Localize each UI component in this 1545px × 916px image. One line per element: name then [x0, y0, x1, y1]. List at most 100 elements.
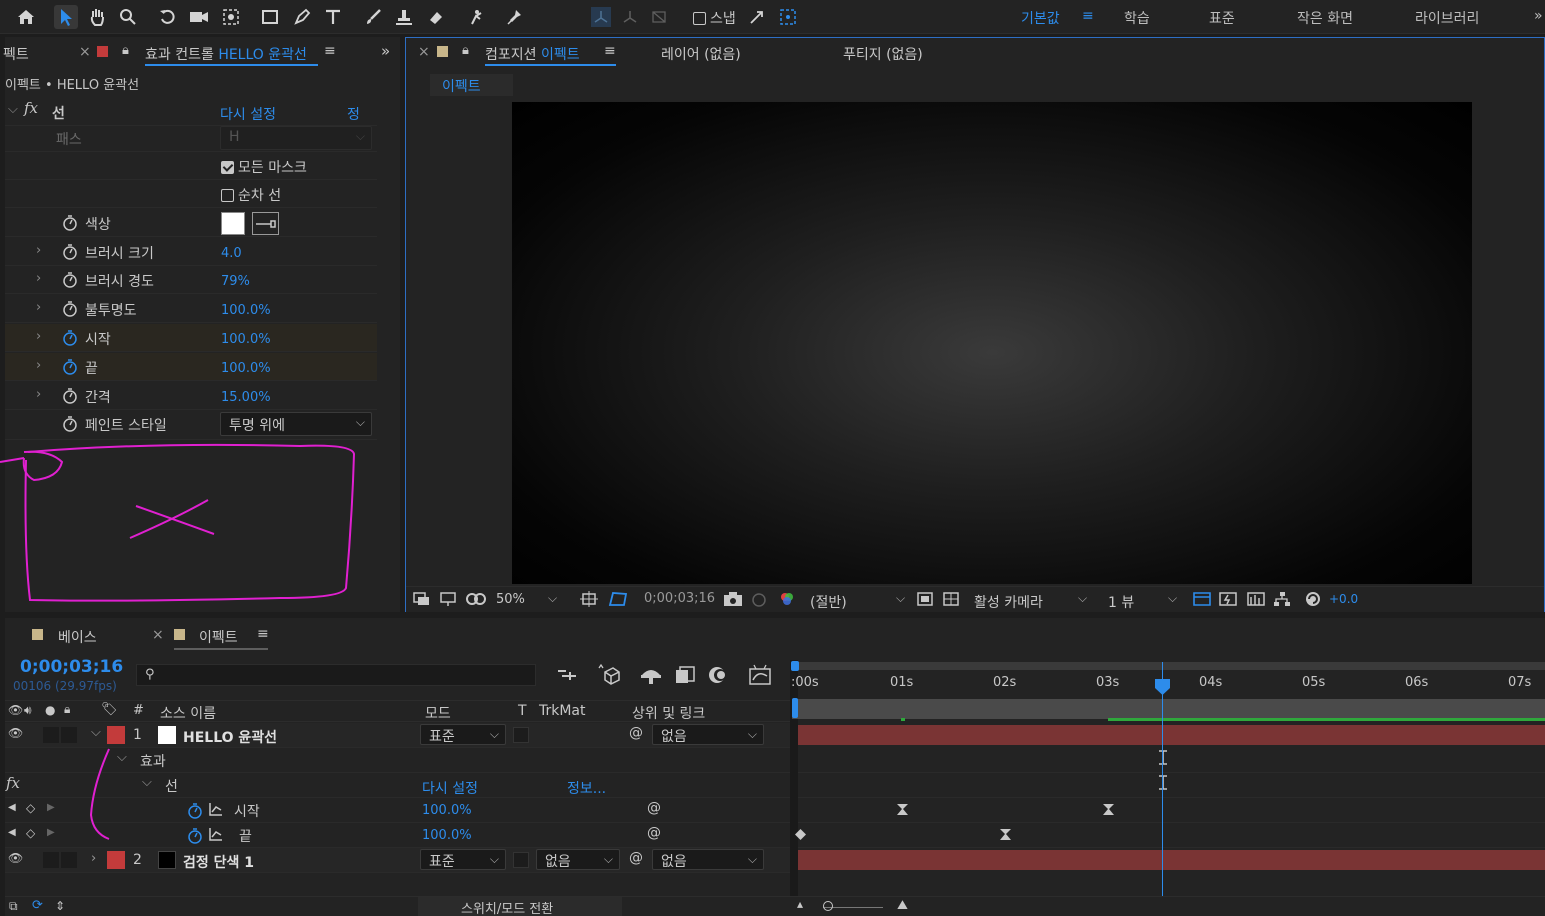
transparency-grid-icon[interactable] [942, 591, 960, 607]
track-t-column[interactable]: T [518, 703, 527, 719]
views-dropdown[interactable]: 1 뷰 ⌵ [1104, 589, 1184, 611]
prev-keyframe-icon[interactable]: ◀ [8, 827, 16, 838]
expand-chevron-icon[interactable]: › [36, 358, 41, 373]
fx-icon[interactable]: fx [6, 774, 20, 792]
zoom-dropdown[interactable]: 50% ⌵ [492, 589, 564, 611]
end-value[interactable]: 100.0% [221, 361, 271, 376]
home-icon[interactable] [14, 5, 38, 29]
fast-previews-icon[interactable] [1218, 591, 1238, 607]
pickwhip-icon[interactable]: @ [629, 725, 643, 741]
next-keyframe-icon[interactable]: ▶ [47, 827, 55, 838]
preserve-transparency-toggle[interactable] [513, 852, 529, 868]
panel-overflow-icon[interactable]: » [381, 42, 390, 60]
layer-2-mode-dropdown[interactable]: 표준 ⌵ [420, 849, 506, 870]
shy-layers-icon[interactable] [640, 665, 662, 685]
in-out-panel-icon[interactable]: ⇕ [55, 899, 65, 913]
sequential-toggle[interactable]: 순차 선 [221, 185, 281, 205]
solo-toggle[interactable] [43, 852, 59, 868]
camera-dropdown[interactable]: 활성 카메라 ⌵ [970, 589, 1096, 611]
layer-switches-icon[interactable]: ⧉ [9, 899, 18, 914]
zoom-in-icon[interactable]: ⛰︎ [897, 898, 908, 913]
local-axis-icon[interactable] [589, 5, 613, 29]
expand-chevron-icon[interactable]: › [36, 243, 41, 258]
start-value[interactable]: 100.0% [422, 803, 472, 818]
add-keyframe-icon[interactable]: ◇ [26, 826, 35, 840]
expand-chevron-icon[interactable]: › [36, 271, 41, 286]
rectangle-tool-icon[interactable] [258, 5, 282, 29]
keyframe-start-1[interactable] [897, 804, 908, 815]
paint-style-dropdown[interactable]: 투명 위에 ⌵ [220, 412, 372, 436]
footage-viewer-tab[interactable]: 푸티지 (없음) [843, 44, 923, 64]
motion-blur-icon[interactable] [706, 665, 728, 685]
keyframe-end-2[interactable] [1000, 829, 1011, 840]
path-dropdown[interactable]: H ⌵ [220, 126, 372, 150]
stopwatch-icon[interactable] [62, 214, 78, 232]
work-area-start-handle[interactable] [791, 661, 799, 671]
snap-grid-icon[interactable] [776, 5, 800, 29]
view-axis-icon[interactable] [647, 5, 671, 29]
stopwatch-icon[interactable] [62, 387, 78, 405]
graph-toggle-icon[interactable] [208, 801, 224, 817]
roto-brush-tool-icon[interactable] [464, 5, 488, 29]
end-value[interactable]: 100.0% [422, 828, 472, 843]
timeline-zoom-thumb[interactable] [823, 901, 833, 911]
hand-tool-icon[interactable] [85, 5, 109, 29]
panel-menu-icon[interactable]: ≡ [604, 43, 616, 59]
label-column-icon[interactable]: 🏷︎ [101, 702, 118, 717]
collapse-chevron-icon[interactable]: ⌵ [142, 775, 152, 790]
start-value[interactable]: 100.0% [221, 332, 271, 347]
composition-tab[interactable]: 컴포지션 이펙트 [485, 44, 580, 64]
lock-icon[interactable]: 🔒︎ [462, 43, 469, 58]
channel-rgb-icon[interactable] [778, 591, 796, 607]
add-keyframe-icon[interactable]: ◇ [26, 801, 35, 815]
layer-2-name[interactable]: 검정 단색 1 [183, 852, 254, 872]
viewer-timecode[interactable]: 0;00;03;16 [644, 591, 715, 606]
draft-3d-icon[interactable] [597, 664, 621, 686]
stopwatch-icon[interactable] [62, 415, 78, 433]
playhead-line[interactable] [1162, 662, 1163, 896]
stopwatch-active-icon[interactable] [187, 802, 203, 820]
layer-1-parent-dropdown[interactable]: 없음 ⌵ [652, 724, 764, 745]
opacity-value[interactable]: 100.0% [221, 303, 271, 318]
layer-2-trkmat-dropdown[interactable]: 없음 ⌵ [536, 849, 620, 870]
snapshot-camera-icon[interactable] [723, 591, 743, 607]
pen-tool-icon[interactable] [290, 5, 314, 29]
workspace-default[interactable]: 기본값 [1021, 8, 1060, 28]
audio-column-icon[interactable]: 🔊︎ [24, 703, 32, 718]
puppet-pin-tool-icon[interactable] [503, 5, 527, 29]
flowchart-icon[interactable] [1272, 591, 1292, 607]
workspace-standard[interactable]: 표준 [1209, 8, 1235, 28]
eyedropper-icon[interactable] [252, 212, 279, 235]
keyframe-end-1[interactable] [795, 829, 806, 840]
always-preview-icon[interactable] [413, 591, 431, 607]
trkmat-column[interactable]: TrkMat [539, 703, 586, 719]
collapse-chevron-icon[interactable]: ⌵ [91, 725, 101, 740]
panel-menu-icon[interactable]: ≡ [324, 43, 336, 59]
reset-link[interactable]: 다시 설정 [220, 104, 276, 124]
graph-toggle-icon[interactable] [208, 826, 224, 842]
stopwatch-active-icon[interactable] [187, 827, 203, 845]
pickwhip-icon[interactable]: @ [629, 850, 643, 866]
panel-menu-icon[interactable]: ≡ [257, 626, 269, 642]
close-icon[interactable]: × [79, 44, 91, 60]
composition-canvas[interactable] [512, 102, 1472, 584]
all-masks-toggle[interactable]: 모든 마스크 [221, 157, 307, 177]
timeline-icon[interactable] [1246, 591, 1266, 607]
mask-path-icon[interactable] [608, 591, 628, 607]
visibility-eye-icon[interactable]: 👁︎ [8, 726, 23, 740]
workspace-menu-icon[interactable]: ≡ [1082, 8, 1094, 24]
collapse-chevron-icon[interactable]: ⌵ [8, 102, 18, 117]
brush-size-value[interactable]: 4.0 [221, 246, 242, 261]
layer-label-color[interactable] [107, 851, 125, 869]
stopwatch-icon[interactable] [62, 271, 78, 289]
selection-tool-icon[interactable] [54, 5, 78, 29]
comp-mini-flowchart-icon[interactable] [556, 666, 578, 684]
reset-exposure-icon[interactable] [1304, 590, 1322, 608]
current-timecode[interactable]: 0;00;03;16 [20, 657, 123, 677]
preserve-transparency-toggle[interactable] [513, 727, 529, 743]
timeline-tab-base[interactable]: 베이스 [58, 627, 97, 647]
eye-column-icon[interactable]: 👁︎ [8, 703, 23, 717]
zoom-tool-icon[interactable] [116, 5, 140, 29]
color-swatch[interactable] [221, 212, 245, 235]
visibility-eye-icon[interactable]: 👁︎ [8, 851, 23, 865]
